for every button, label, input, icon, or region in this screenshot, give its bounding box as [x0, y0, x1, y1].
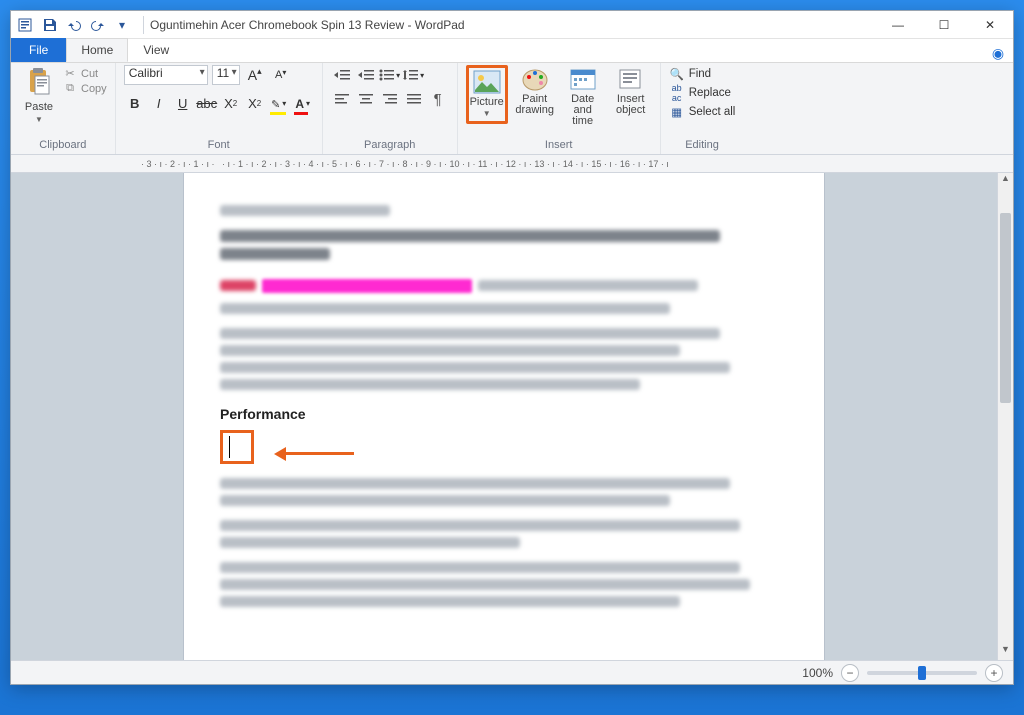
paste-button[interactable]: Paste ▼ — [19, 65, 59, 124]
cursor-position-annotation — [220, 430, 254, 464]
zoom-out-button[interactable]: − — [841, 664, 859, 682]
font-group: Calibri 11 A▴ A▾ B I U abc X2 X2 ✎▾ A▾ — [116, 63, 323, 154]
font-size-combo[interactable]: 11 — [212, 65, 240, 85]
performance-heading: Performance — [220, 406, 788, 422]
copy-icon: ⧉ — [63, 82, 77, 95]
justify-icon[interactable] — [403, 89, 425, 109]
underline-button[interactable]: U — [172, 93, 194, 113]
app-icon — [15, 14, 37, 36]
palette-icon — [519, 65, 551, 93]
help-icon[interactable]: ◉ — [989, 45, 1013, 62]
horizontal-ruler[interactable]: · 3 · ı · 2 · ı · 1 · ı · · ı · 1 · ı · … — [11, 155, 1013, 173]
shrink-font-icon[interactable]: A▾ — [270, 65, 292, 85]
replace-icon: abac — [669, 83, 685, 103]
minimize-button[interactable]: — — [875, 11, 921, 39]
paste-label: Paste — [25, 101, 53, 113]
replace-label: Replace — [689, 87, 731, 99]
zoom-in-button[interactable]: + — [985, 664, 1003, 682]
decrease-indent-icon[interactable] — [331, 65, 353, 85]
font-color-button[interactable]: A▾ — [292, 93, 314, 113]
date-label-2: time — [562, 116, 604, 127]
chevron-down-icon: ▼ — [35, 115, 43, 124]
wordpad-window: ▾ Oguntimehin Acer Chromebook Spin 13 Re… — [10, 10, 1014, 685]
scissors-icon: ✂ — [63, 67, 77, 80]
file-tab[interactable]: File — [11, 38, 66, 62]
insert-group-label: Insert — [466, 137, 652, 154]
clipboard-group: Paste ▼ ✂ Cut ⧉ Copy Clipboard — [11, 63, 116, 154]
document-area: · 3 · ı · 2 · ı · 1 · ı · · ı · 1 · ı · … — [11, 155, 1013, 660]
text-caret — [229, 436, 230, 458]
redo-icon[interactable] — [87, 14, 109, 36]
picture-label: Picture — [470, 97, 504, 108]
window-title: Oguntimehin Acer Chromebook Spin 13 Revi… — [150, 18, 465, 32]
find-button[interactable]: 🔍 Find — [669, 67, 736, 81]
cut-button[interactable]: ✂ Cut — [63, 67, 107, 80]
bullets-icon[interactable]: ▾ — [379, 65, 401, 85]
editing-group: 🔍 Find abac Replace ▦ Select all Editing — [661, 63, 744, 154]
grow-font-icon[interactable]: A▴ — [244, 65, 266, 85]
highlight-color-button[interactable]: ✎▾ — [268, 93, 290, 113]
superscript-button[interactable]: X2 — [244, 93, 266, 113]
copy-label: Copy — [81, 83, 107, 95]
title-bar: ▾ Oguntimehin Acer Chromebook Spin 13 Re… — [11, 11, 1013, 39]
scroll-down-icon[interactable]: ▼ — [998, 644, 1013, 660]
align-right-icon[interactable] — [379, 89, 401, 109]
editing-group-label: Editing — [669, 137, 736, 154]
date-time-button[interactable]: Date andtime — [562, 65, 604, 124]
ribbon: Paste ▼ ✂ Cut ⧉ Copy Clipboard Calibri 11 … — [11, 63, 1013, 155]
picture-button[interactable]: Picture▼ — [466, 65, 508, 124]
subscript-button[interactable]: X2 — [220, 93, 242, 113]
chevron-down-icon: ▼ — [470, 108, 504, 119]
insert-object-button[interactable]: Insertobject — [610, 65, 652, 124]
object-label-2: object — [616, 105, 645, 116]
cut-label: Cut — [81, 68, 98, 80]
maximize-button[interactable]: ☐ — [921, 11, 967, 39]
quick-access-toolbar: ▾ — [11, 14, 137, 36]
font-group-label: Font — [124, 137, 314, 154]
line-spacing-icon[interactable]: ▾ — [403, 65, 425, 85]
paragraph-group-label: Paragraph — [331, 137, 449, 154]
view-tab[interactable]: View — [128, 38, 184, 62]
select-all-icon: ▦ — [669, 105, 685, 119]
strikethrough-button[interactable]: abc — [196, 93, 218, 113]
vertical-scrollbar[interactable]: ▲ ▼ — [997, 173, 1013, 660]
scroll-thumb[interactable] — [1000, 213, 1011, 403]
highlighted-text — [262, 279, 472, 293]
paragraph-group: ▾ ▾ ¶ Paragraph — [323, 63, 458, 154]
align-center-icon[interactable] — [355, 89, 377, 109]
clipboard-group-label: Clipboard — [19, 137, 107, 154]
object-icon — [615, 65, 647, 93]
find-icon: 🔍 — [669, 67, 685, 81]
select-all-label: Select all — [689, 106, 736, 118]
paint-label-2: drawing — [515, 105, 554, 116]
status-bar: 100% − + — [11, 660, 1013, 684]
paste-icon — [23, 67, 55, 99]
replace-button[interactable]: abac Replace — [669, 83, 736, 103]
document-page[interactable]: Performance — [184, 173, 824, 660]
undo-icon[interactable] — [63, 14, 85, 36]
italic-button[interactable]: I — [148, 93, 170, 113]
increase-indent-icon[interactable] — [355, 65, 377, 85]
paint-drawing-button[interactable]: Paintdrawing — [514, 65, 556, 124]
zoom-slider[interactable] — [867, 671, 977, 675]
zoom-level-label: 100% — [802, 666, 833, 680]
font-name-combo[interactable]: Calibri — [124, 65, 208, 85]
align-left-icon[interactable] — [331, 89, 353, 109]
picture-icon — [471, 68, 503, 96]
ribbon-tabs: File Home View ◉ — [11, 39, 1013, 63]
calendar-icon — [567, 65, 599, 93]
insert-group: Picture▼ Paintdrawing Date andtime Inser… — [458, 63, 661, 154]
qat-dropdown-icon[interactable]: ▾ — [111, 14, 133, 36]
copy-button[interactable]: ⧉ Copy — [63, 82, 107, 95]
home-tab[interactable]: Home — [66, 38, 128, 62]
select-all-button[interactable]: ▦ Select all — [669, 105, 736, 119]
paragraph-dialog-icon[interactable]: ¶ — [427, 89, 449, 109]
bold-button[interactable]: B — [124, 93, 146, 113]
find-label: Find — [689, 68, 711, 80]
scroll-up-icon[interactable]: ▲ — [998, 173, 1013, 189]
save-icon[interactable] — [39, 14, 61, 36]
close-button[interactable]: ✕ — [967, 11, 1013, 39]
date-label-1: Date and — [562, 94, 604, 116]
annotation-arrow — [274, 445, 354, 463]
